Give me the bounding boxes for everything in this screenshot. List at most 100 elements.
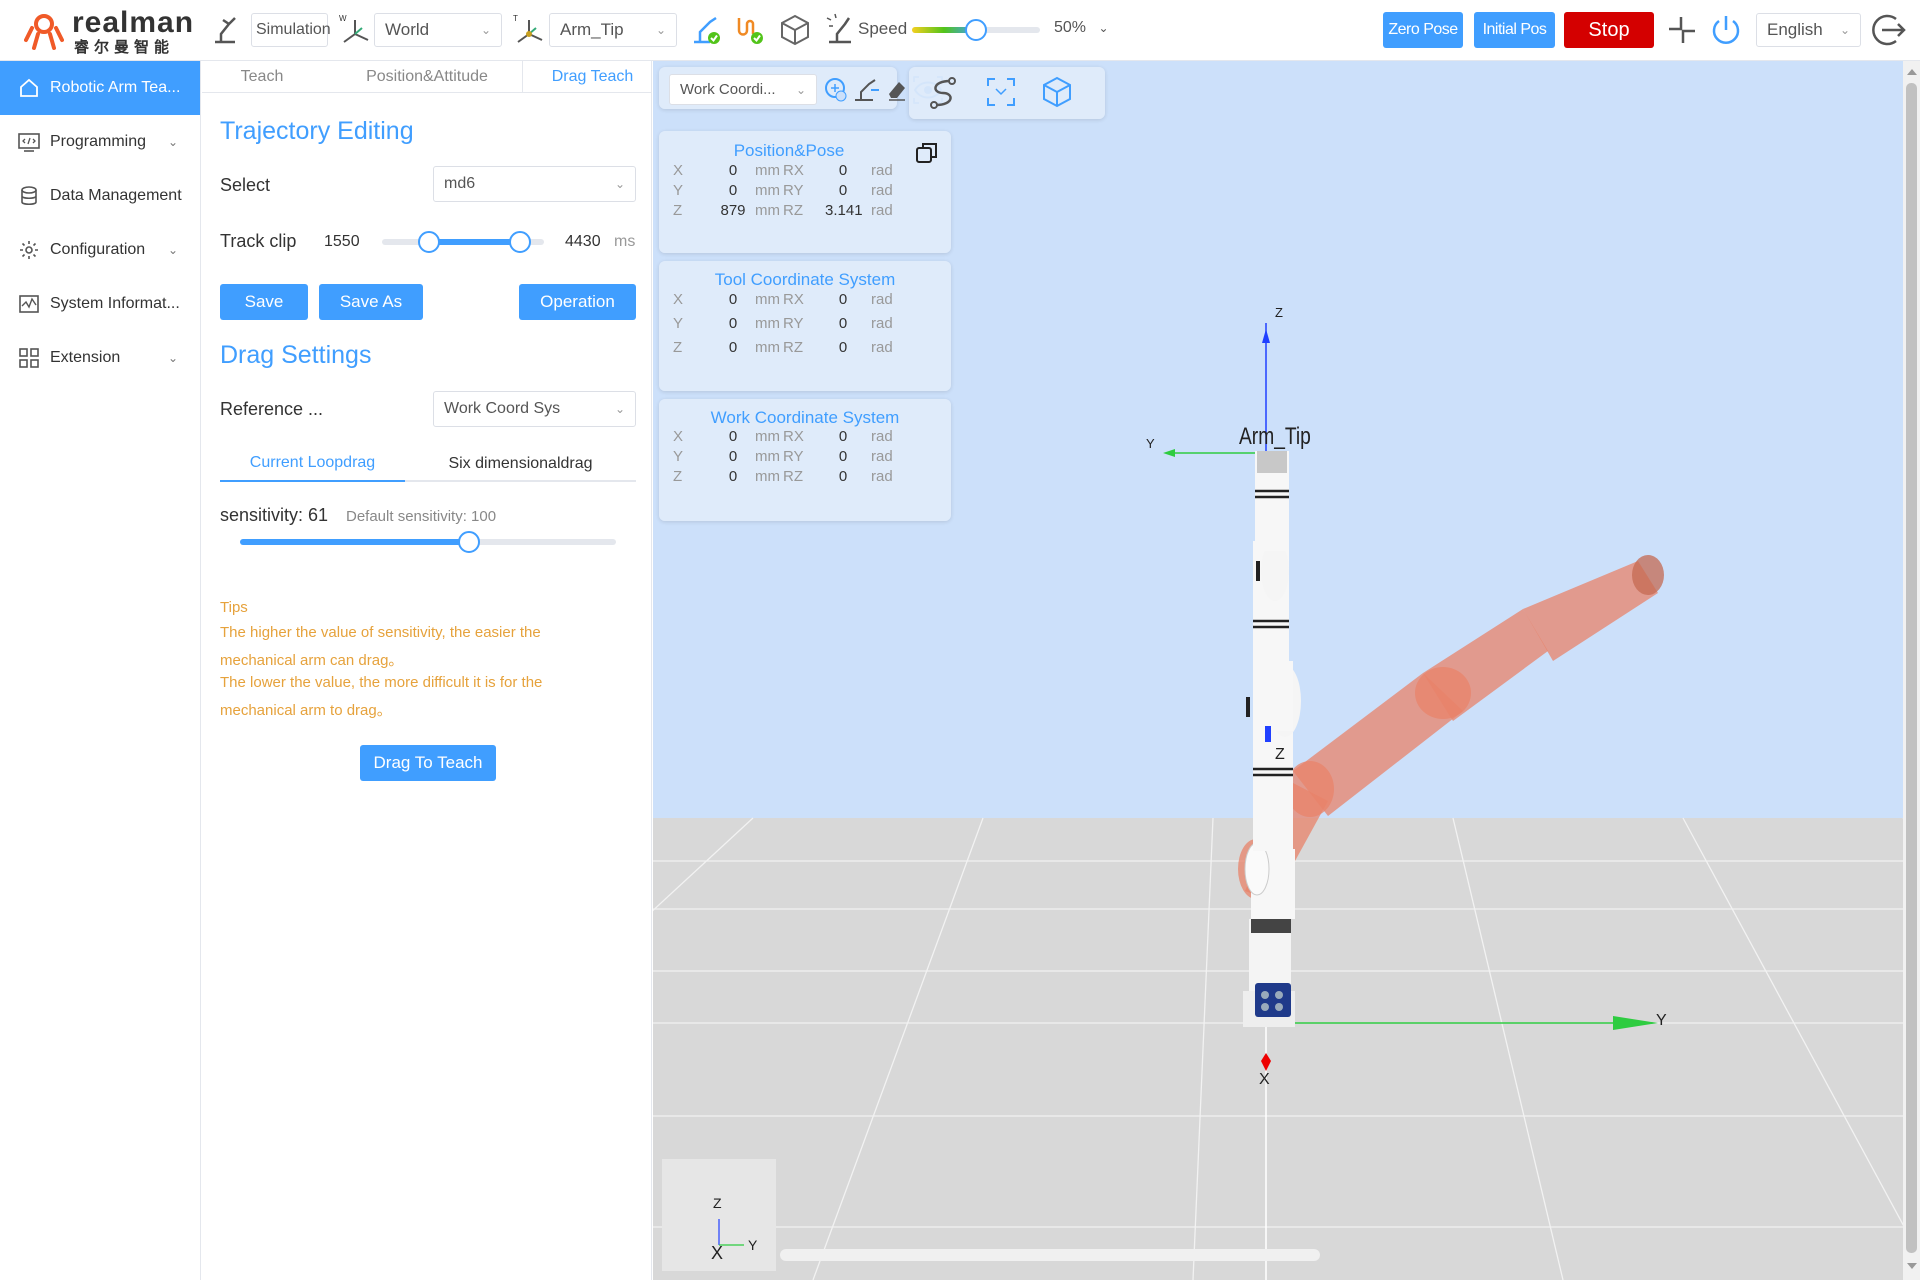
coord-runit: rad [871, 315, 893, 332]
sidebar-item-configuration[interactable]: Configuration ⌄ [0, 223, 200, 277]
logout-icon[interactable] [1870, 11, 1908, 49]
work-coordinate-card: Work Coordinate System [659, 399, 951, 521]
reference-label: Reference ... [220, 399, 324, 419]
work-coord-select[interactable]: Work Coordi... ⌄ [669, 74, 817, 105]
sidebar-item-label: Extension [50, 349, 121, 366]
tab-teach[interactable]: Teach [212, 61, 312, 93]
coord-val: 0 [728, 182, 738, 199]
eraser-icon[interactable] [885, 78, 909, 102]
coord-rval: 0 [838, 291, 848, 308]
svg-text:W: W [339, 14, 347, 23]
drag-mode-tabs: Current Loopdrag Six dimensionaldrag [220, 446, 636, 482]
coord-raxis: RX [783, 291, 804, 308]
tip-y-axis-label: Y [1146, 436, 1155, 451]
speed-value[interactable]: 50% ⌄ [1054, 19, 1109, 37]
speed-value-text: 50% [1054, 19, 1087, 36]
speed-slider-knob[interactable] [965, 19, 987, 41]
drag-settings-title: Drag Settings [220, 341, 372, 369]
fit-view-icon[interactable] [986, 77, 1016, 107]
coord-unit: mm [755, 202, 780, 219]
coord-raxis: RZ [783, 202, 803, 219]
chevron-down-icon: ⌄ [480, 23, 491, 37]
tab-six-dimensional-drag[interactable]: Six dimensionaldrag [405, 446, 636, 482]
tool-coordinate-title: Tool Coordinate System [714, 270, 896, 289]
stop-button[interactable]: Stop [1564, 12, 1654, 48]
coord-unit: mm [755, 448, 780, 465]
sensitivity-slider[interactable] [240, 529, 616, 555]
coord-unit: mm [755, 339, 780, 356]
collapse-icon[interactable] [1667, 15, 1697, 45]
track-start-value: 1550 [324, 233, 360, 250]
track-clip-end-knob[interactable] [509, 231, 531, 253]
zero-pose-button[interactable]: Zero Pose [1383, 12, 1463, 48]
copy-icon[interactable] [915, 141, 939, 165]
save-as-button[interactable]: Save As [319, 284, 423, 320]
code-icon [18, 131, 40, 153]
drag-to-teach-button[interactable]: Drag To Teach [360, 745, 496, 781]
sensitivity-label: sensitivity: 61 [220, 505, 329, 525]
arm-enable-icon[interactable] [690, 14, 722, 46]
sidebar-item-robotic-arm-teach[interactable]: Robotic Arm Tea... [0, 61, 200, 115]
3d-viewport[interactable]: Z Y X Z Y Arm_Tip Work Coordi... ⌄ Posit… [653, 61, 1920, 1280]
database-icon [18, 185, 40, 207]
track-clip-start-knob[interactable] [418, 231, 440, 253]
language-select[interactable]: English ⌄ [1756, 13, 1861, 47]
robot-arm-icon[interactable] [211, 14, 239, 44]
coord-unit: mm [755, 291, 780, 308]
sensitivity-knob[interactable] [458, 531, 481, 553]
svg-text:T: T [513, 14, 518, 23]
gripper-status-icon[interactable] [733, 14, 765, 46]
cube-view-icon[interactable] [778, 13, 812, 47]
chevron-down-icon: ⌄ [167, 351, 178, 365]
speed-slider[interactable] [912, 19, 1040, 41]
scroll-up-icon[interactable] [1907, 69, 1917, 75]
tab-position-attitude[interactable]: Position&Attitude [352, 61, 502, 93]
track-clip-range [429, 239, 520, 245]
frame-select[interactable]: World ⌄ [374, 13, 502, 47]
vertical-scrollbar-thumb[interactable] [1906, 83, 1917, 1253]
mode-select[interactable]: Simulation [251, 13, 331, 47]
save-button[interactable]: Save [220, 284, 308, 320]
horizontal-scrollbar[interactable] [780, 1249, 1320, 1261]
position-pose-card: Position&Pose [659, 131, 951, 253]
coord-runit: rad [871, 339, 893, 356]
chevron-down-icon: ⌄ [655, 23, 666, 37]
tool-select[interactable]: Arm_Tip ⌄ [549, 13, 677, 47]
3d-cube-icon[interactable] [1041, 76, 1073, 108]
tab-current-loopdrag[interactable]: Current Loopdrag [220, 446, 405, 482]
coord-axis: Y [673, 315, 684, 332]
coord-rval: 0 [838, 162, 848, 179]
teach-point-icon[interactable] [823, 76, 849, 104]
tab-drag-teach[interactable]: Drag Teach [522, 61, 662, 93]
default-sensitivity-label: Default sensitivity: 100 [346, 508, 497, 525]
position-pose-title: Position&Pose [733, 141, 845, 160]
scroll-down-icon[interactable] [1907, 1263, 1917, 1269]
initial-pos-button[interactable]: Initial Pos [1474, 12, 1555, 48]
sidebar-item-system-information[interactable]: System Informat... [0, 277, 200, 331]
coord-rval: 0 [838, 428, 848, 445]
sidebar-item-extension[interactable]: Extension ⌄ [0, 331, 200, 385]
coord-raxis: RY [783, 182, 804, 199]
coord-val: 0 [728, 428, 738, 445]
sidebar-item-data-management[interactable]: Data Management [0, 169, 200, 223]
track-end-value: 4430 [565, 233, 601, 250]
coord-rval: 3.141 [825, 202, 863, 219]
coord-raxis: RZ [783, 468, 803, 485]
vertical-scrollbar-track[interactable] [1903, 61, 1920, 1280]
coord-raxis: RY [783, 448, 804, 465]
chevron-down-icon: ⌄ [1839, 23, 1850, 37]
power-icon[interactable] [1708, 12, 1744, 48]
chevron-down-icon: ⌄ [795, 82, 806, 97]
select-label: Select [220, 175, 271, 195]
track-clip-slider[interactable] [382, 229, 544, 255]
track-clip-label: Track clip [220, 231, 297, 251]
operation-button[interactable]: Operation [519, 284, 636, 320]
frame-select-value: World [385, 20, 430, 39]
coord-unit: mm [755, 315, 780, 332]
trajectory-icon[interactable] [928, 75, 958, 109]
trajectory-select[interactable]: md6 ⌄ [433, 166, 636, 202]
arm-pose-icon[interactable] [853, 76, 881, 104]
sidebar-item-programming[interactable]: Programming ⌄ [0, 115, 200, 169]
tips-line: mechanical arm to drag。 [220, 702, 392, 719]
reference-select[interactable]: Work Coord Sys ⌄ [433, 391, 636, 427]
